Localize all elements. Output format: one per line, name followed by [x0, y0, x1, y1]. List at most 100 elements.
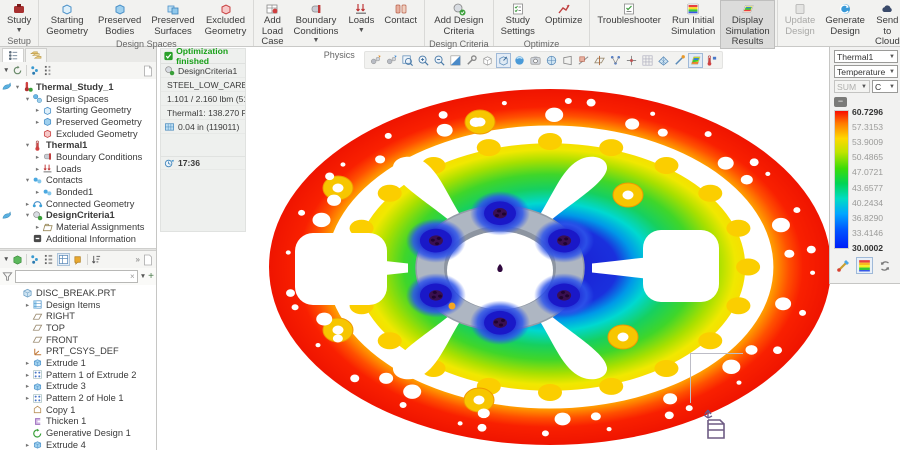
quantity-select[interactable]: Temperature▼ [834, 65, 898, 78]
preserved-surfaces-button[interactable]: PreservedSurfaces [146, 0, 199, 38]
tree-item-bonded1[interactable]: ▸Bonded1 [0, 186, 156, 198]
expander-right-icon[interactable]: ▸ [33, 153, 42, 161]
clear-filter-icon[interactable]: × [130, 272, 135, 281]
appearances-button[interactable] [512, 53, 527, 68]
expander-down-icon[interactable]: ▾ [23, 95, 32, 103]
zoom-window-button[interactable] [400, 53, 415, 68]
tree-item-copy-1[interactable]: Copy 1 [0, 404, 156, 416]
expander-down-icon[interactable]: ▾ [23, 141, 32, 149]
tree-item-boundary-conditions[interactable]: ▸Boundary Conditions [0, 151, 156, 163]
expander-right-icon[interactable]: ▸ [33, 188, 42, 196]
result-legend-button[interactable] [688, 53, 703, 68]
add-load-case-button[interactable]: Add LoadCase [256, 0, 288, 49]
tree-item-contacts[interactable]: ▾Contacts [0, 175, 156, 187]
minmax-flags-button[interactable] [704, 53, 719, 68]
section-button[interactable] [576, 53, 591, 68]
perspective-button[interactable] [560, 53, 575, 68]
send-to-cloud-button[interactable]: Send toCloud [870, 0, 900, 49]
tree-columns-icon[interactable] [44, 65, 54, 76]
document-icon[interactable] [143, 65, 153, 77]
troubleshooter-button[interactable]: Troubleshooter [592, 0, 666, 28]
expander-right-icon[interactable]: ▸ [23, 382, 32, 390]
expander-right-icon[interactable]: ▸ [23, 371, 32, 379]
optimize-button[interactable]: Optimize [540, 0, 587, 28]
loads-button[interactable]: Loads▼ [343, 0, 379, 35]
sort-icon[interactable] [91, 254, 101, 265]
sim-probe-button[interactable] [672, 53, 687, 68]
tree-item-starting-geometry[interactable]: ▸Starting Geometry [0, 104, 156, 116]
screenshot-button[interactable] [528, 53, 543, 68]
tree-menu-button[interactable]: ▼ [3, 67, 9, 74]
zoom-out-button[interactable] [432, 53, 447, 68]
expander-right-icon[interactable]: ▸ [23, 394, 32, 402]
generate-design-button[interactable]: GenerateDesign [820, 0, 870, 38]
document-icon[interactable] [143, 254, 153, 266]
excluded-geometry-button[interactable]: ExcludedGeometry [200, 0, 252, 38]
expander-right-icon[interactable]: ▸ [23, 441, 32, 449]
3d-viewport[interactable] [157, 47, 900, 450]
expander-right-icon[interactable]: ▸ [33, 223, 42, 231]
run-initial-simulation-button[interactable]: Run InitialSimulation [666, 0, 720, 38]
component-select[interactable]: SUM▼ [834, 80, 870, 93]
expander-down-icon[interactable]: ▾ [13, 83, 22, 91]
tree-item-material-assignments[interactable]: ▸Material Assignments [0, 221, 156, 233]
collapse-panel-button[interactable]: » [136, 255, 140, 264]
list-view-icon[interactable] [44, 254, 54, 265]
unit-select[interactable]: C▼ [872, 80, 898, 93]
expander-down-icon[interactable]: ▾ [23, 176, 32, 184]
filter-input[interactable]: × [15, 270, 138, 283]
tree-map-button[interactable] [608, 53, 623, 68]
tree-item-generative-design-1[interactable]: Generative Design 1 [0, 427, 156, 439]
expander-right-icon[interactable]: ▸ [33, 118, 42, 126]
tree-item-connected-geometry[interactable]: ▸Connected Geometry [0, 198, 156, 210]
tree-item-thermal1[interactable]: ▾Thermal1 [0, 139, 156, 151]
display-simulation-results-button[interactable]: DisplaySimulation Results [720, 0, 774, 49]
study-settings-button[interactable]: StudySettings [496, 0, 540, 38]
tree-item-right[interactable]: RIGHT [0, 310, 156, 322]
tree-item-additional-information[interactable]: Additional Information [0, 233, 156, 245]
refresh-icon[interactable] [12, 65, 23, 76]
tree-item-pattern-1-of-extrude-2[interactable]: ▸Pattern 1 of Extrude 2 [0, 369, 156, 381]
grid-button[interactable] [640, 53, 655, 68]
study-button[interactable]: Study▼ [2, 0, 36, 35]
tree-item-extrude-4[interactable]: ▸Extrude 4 [0, 439, 156, 450]
expander-right-icon[interactable]: ▸ [23, 359, 32, 367]
expander-right-icon[interactable]: ▸ [23, 301, 32, 309]
legend-display-icon[interactable] [856, 257, 873, 274]
orbit-blue-button[interactable] [384, 53, 399, 68]
tree-item-excluded-geometry[interactable]: Excluded Geometry [0, 128, 156, 140]
expander-right-icon[interactable]: ▸ [33, 106, 42, 114]
tree-item-front[interactable]: FRONT [0, 334, 156, 346]
orbit-orange-button[interactable] [368, 53, 383, 68]
tab-study-tree[interactable] [2, 48, 24, 62]
view-normal-button[interactable] [496, 53, 511, 68]
tree-item-extrude-3[interactable]: ▸Extrude 3 [0, 381, 156, 393]
expander-down-icon[interactable]: ▾ [23, 211, 32, 219]
tree-item-loads[interactable]: ▸Loads [0, 163, 156, 175]
result-select[interactable]: Thermal1▼ [834, 50, 898, 63]
repaint-button[interactable] [448, 53, 463, 68]
refresh-results-icon[interactable] [878, 259, 892, 273]
add-filter-button[interactable]: + [148, 271, 154, 282]
probe-icon[interactable] [836, 258, 851, 273]
annotations-icon[interactable] [73, 254, 84, 265]
update-design-button[interactable]: UpdateDesign [780, 0, 821, 38]
funnel-icon[interactable] [2, 271, 13, 282]
tree-item-designcriteria1[interactable]: ▾DesignCriteria1 [0, 210, 156, 222]
display-style-button[interactable] [544, 53, 559, 68]
datum-filter-button[interactable] [592, 53, 607, 68]
tree-item-top[interactable]: TOP [0, 322, 156, 334]
filter-options-button[interactable]: ▼ [140, 273, 146, 280]
tree-item-design-spaces[interactable]: ▾Design Spaces [0, 93, 156, 105]
add-design-criteria-button[interactable]: Add DesignCriteria [429, 0, 488, 38]
zoom-in-button[interactable] [416, 53, 431, 68]
starting-geometry-button[interactable]: StartingGeometry [41, 0, 93, 38]
tree-settings-icon[interactable] [30, 65, 41, 76]
tree-item-disc-break-prt[interactable]: DISC_BREAK.PRT [0, 287, 156, 299]
tree-item-pattern-2-of-hole-1[interactable]: ▸Pattern 2 of Hole 1 [0, 392, 156, 404]
boundary-conditions-button[interactable]: BoundaryConditions▼ [289, 0, 344, 45]
model-tree-menu-button[interactable]: ▼ [3, 256, 9, 263]
grid-view-icon[interactable] [57, 253, 70, 266]
tree-item-thermal-study-1[interactable]: ▾Thermal_Study_1 [0, 81, 156, 93]
contact-button[interactable]: Contact [379, 0, 422, 28]
